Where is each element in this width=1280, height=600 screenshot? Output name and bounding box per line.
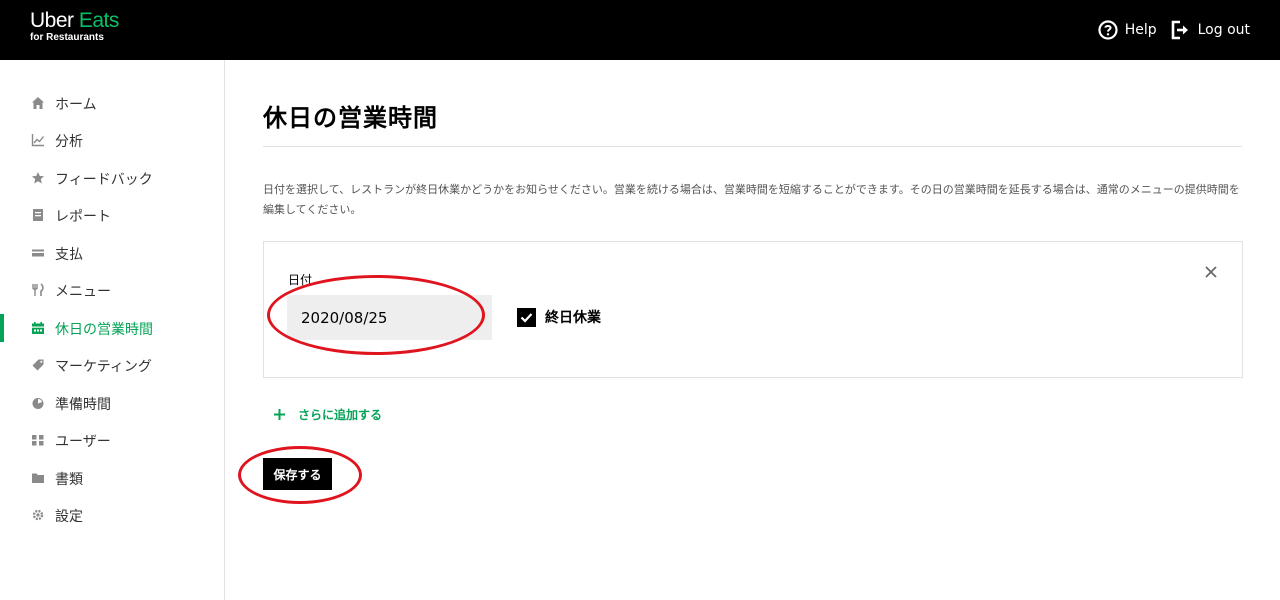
sidebar-item-home[interactable]: ホーム [0,91,224,115]
sidebar-item-label: 支払 [55,247,83,263]
sidebar-item-analytics[interactable]: 分析 [0,128,224,152]
sidebar-item-label: ホーム [55,97,97,113]
uber-eats-logo[interactable]: Uber Eats for Restaurants [30,10,119,44]
date-label: 日付 [288,273,313,287]
sidebar-item-label: ユーザー [55,434,111,450]
sidebar-item-feedback[interactable]: フィードバック [0,166,224,190]
logo-primary-text: Uber [30,9,74,32]
date-input[interactable] [287,295,492,340]
logo-subtitle: for Restaurants [30,32,104,43]
sidebar-item-documents[interactable]: 書類 [0,466,224,490]
sidebar-item-label: メニュー [55,284,111,300]
sidebar-item-label: レポート [55,209,111,225]
help-label: Help [1124,22,1157,38]
sidebar-item-label: 分析 [55,134,83,150]
folder-icon [32,473,44,483]
top-bar: Uber Eats for Restaurants Help Log out [0,0,1280,60]
close-icon[interactable] [1203,264,1219,280]
sidebar-item-label: 休日の営業時間 [55,322,153,338]
logout-link[interactable]: Log out [1171,20,1250,40]
sidebar: ホーム 分析 フィードバック レポート 支払 メニュー 休日の営業時間 マーケテ… [0,60,225,600]
sidebar-item-reports[interactable]: レポート [0,203,224,227]
chart-icon [31,134,45,147]
timer-icon [32,398,44,409]
calendar-icon [32,322,44,334]
payment-icon [32,249,44,257]
holiday-entry-card: 日付 終日休業 [263,241,1243,378]
sidebar-item-label: 書類 [55,472,83,488]
sidebar-item-users[interactable]: ユーザー [0,428,224,452]
cutlery-icon [32,283,44,296]
users-icon [32,435,44,446]
save-button[interactable]: 保存する [263,458,332,490]
top-actions: Help Log out [1098,20,1250,40]
report-icon [33,209,43,221]
page-description: 日付を選択して、レストランが終日休業かどうかをお知らせください。営業を続ける場合… [263,183,1240,216]
logout-icon [1171,20,1188,40]
sidebar-item-marketing[interactable]: マーケティング [0,353,224,377]
home-icon [32,97,44,109]
sidebar-item-label: マーケティング [55,359,152,375]
title-divider [263,146,1242,147]
help-icon [1098,20,1118,40]
sidebar-item-menu[interactable]: メニュー [0,278,224,302]
logo-accent-text: Eats [78,9,120,32]
add-more-label: さらに追加する [298,408,383,422]
sidebar-item-settings[interactable]: 設定 [0,503,224,527]
page-title: 休日の営業時間 [263,104,438,132]
sidebar-item-label: フィードバック [55,172,153,188]
checkbox-checked[interactable] [517,307,536,327]
plus-icon [274,409,285,420]
sidebar-item-label: 準備時間 [55,397,111,413]
help-link[interactable]: Help [1098,20,1157,40]
gear-icon [32,509,44,521]
sidebar-item-prep-time[interactable]: 準備時間 [0,391,224,415]
star-icon [32,172,44,184]
sidebar-item-holiday-hours[interactable]: 休日の営業時間 [0,314,224,342]
sidebar-item-payments[interactable]: 支払 [0,241,224,265]
closed-all-day-checkbox[interactable]: 終日休業 [517,307,601,327]
check-icon [520,312,533,323]
closed-all-day-label: 終日休業 [545,310,601,326]
logout-label: Log out [1197,22,1250,38]
sidebar-item-label: 設定 [55,509,83,525]
add-more-link[interactable]: さらに追加する [273,406,382,423]
tag-icon [32,359,44,371]
